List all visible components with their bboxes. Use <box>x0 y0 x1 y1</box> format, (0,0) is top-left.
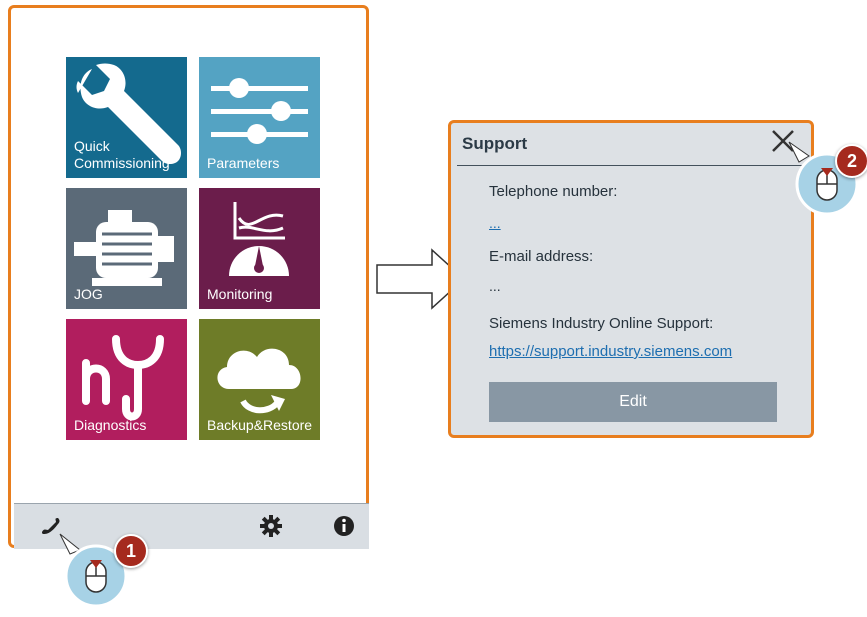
tile-label: Backup&Restore <box>207 417 313 433</box>
tile-monitoring[interactable]: Monitoring <box>199 188 320 309</box>
telephone-label: Telephone number: <box>489 183 618 200</box>
mouse-click-callout: 1 <box>58 532 148 612</box>
online-support-link[interactable]: https://support.industry.siemens.com <box>489 343 732 360</box>
edit-button[interactable]: Edit <box>489 382 777 422</box>
online-support-label: Siemens Industry Online Support: <box>489 315 714 332</box>
tile-label: Quick Commissioning <box>74 138 170 171</box>
info-icon[interactable] <box>332 514 356 538</box>
tile-diagnostics[interactable]: Diagnostics <box>66 319 187 440</box>
tile-label: JOG <box>74 286 103 302</box>
dialog-title: Support <box>462 134 528 153</box>
tile-jog[interactable]: JOG <box>66 188 187 309</box>
email-value: ... <box>489 278 501 294</box>
tile-quick-commissioning[interactable]: Quick Commissioning <box>66 57 187 178</box>
tile-label: Diagnostics <box>74 417 147 433</box>
tile-label: Monitoring <box>207 286 273 302</box>
support-dialog: Support Telephone number: ... E-mail add… <box>448 120 814 438</box>
step-badge: 1 <box>114 534 148 568</box>
step-badge: 2 <box>835 144 867 178</box>
title-divider <box>457 165 807 166</box>
telephone-value[interactable]: ... <box>489 215 501 231</box>
mouse-click-callout: 2 <box>787 140 867 220</box>
tile-parameters[interactable]: Parameters <box>199 57 320 178</box>
tile-backup-restore[interactable]: Backup&Restore <box>199 319 320 440</box>
email-label: E-mail address: <box>489 248 594 265</box>
device-panel: Quick Commissioning Parameters JOG Monit… <box>8 5 369 549</box>
tile-label: Parameters <box>207 155 280 171</box>
gear-icon[interactable] <box>259 514 283 538</box>
